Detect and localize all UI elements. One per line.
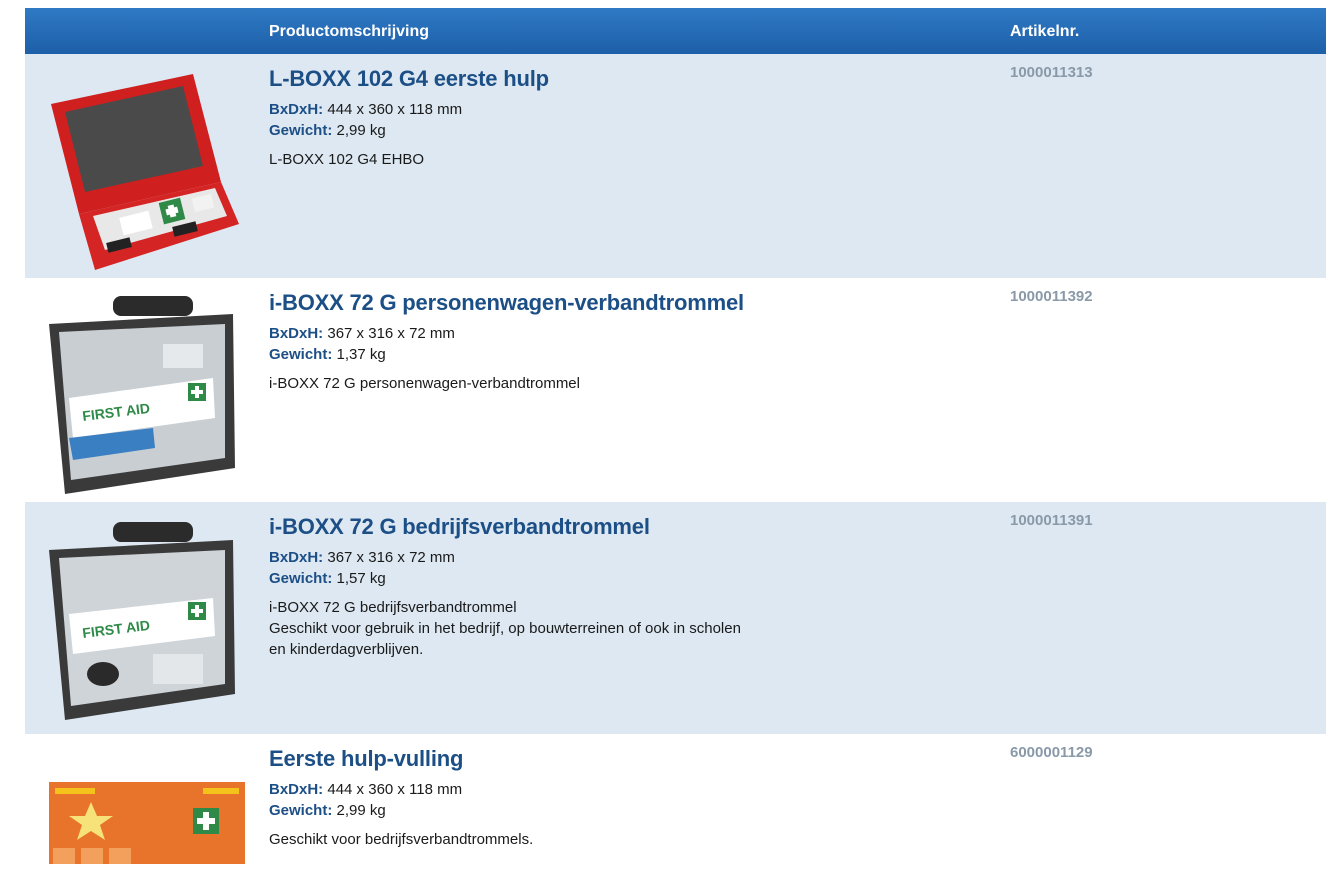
dimensions-label: BxDxH: <box>269 781 324 798</box>
weight-label: Gewicht: <box>269 570 333 587</box>
red-first-aid-case-image <box>51 74 239 270</box>
product-description: L-BOXX 102 G4 EHBO <box>269 149 849 170</box>
table-row: FIRST AID i-BOXX 72 G personenwagen-verb… <box>25 278 1326 502</box>
description-line: i-BOXX 72 G personenwagen-verbandtrommel <box>269 375 580 392</box>
product-specs: BxDxH: 444 x 360 x 118 mm Gewicht: 2,99 … <box>269 779 462 821</box>
description-line: en kinderdagverblijven. <box>269 641 424 658</box>
weight-value: 1,57 kg <box>336 570 386 587</box>
weight-label: Gewicht: <box>269 122 333 139</box>
dimensions-value: 367 x 316 x 72 mm <box>327 549 455 566</box>
description-line: Geschikt voor gebruik in het bedrijf, op… <box>269 620 741 637</box>
orange-refill-pack-image <box>49 782 245 864</box>
grey-first-aid-case-image: FIRST AID <box>49 522 235 720</box>
table-row: FIRST AID i-BOXX 72 G bedrijfsverbandtro… <box>25 502 1326 734</box>
column-header-article-number: Artikelnr. <box>1010 23 1080 40</box>
weight-value: 2,99 kg <box>336 122 386 139</box>
dimensions-label: BxDxH: <box>269 325 324 342</box>
description-line: Geschikt voor bedrijfsverbandtrommels. <box>269 831 534 848</box>
table-header: Productomschrijving Artikelnr. <box>25 8 1326 54</box>
product-table: Productomschrijving Artikelnr. L-BOXX 10… <box>25 8 1326 864</box>
dimensions-value: 367 x 316 x 72 mm <box>327 325 455 342</box>
article-number: 1000011392 <box>1010 288 1093 305</box>
product-specs: BxDxH: 367 x 316 x 72 mm Gewicht: 1,57 k… <box>269 547 455 589</box>
weight-value: 1,37 kg <box>336 346 386 363</box>
article-number: 6000001129 <box>1010 744 1093 761</box>
article-number: 1000011313 <box>1010 64 1093 81</box>
description-line: i-BOXX 72 G bedrijfsverbandtrommel <box>269 599 517 616</box>
dimensions-value: 444 x 360 x 118 mm <box>327 101 463 118</box>
product-title: i-BOXX 72 G bedrijfsverbandtrommel <box>269 514 650 539</box>
weight-value: 2,99 kg <box>336 802 386 819</box>
dimensions-value: 444 x 360 x 118 mm <box>327 781 463 798</box>
product-description: i-BOXX 72 G bedrijfsverbandtrommel Gesch… <box>269 597 849 660</box>
weight-label: Gewicht: <box>269 346 333 363</box>
product-specs: BxDxH: 367 x 316 x 72 mm Gewicht: 1,37 k… <box>269 323 455 365</box>
column-header-description: Productomschrijving <box>269 23 430 40</box>
article-number: 1000011391 <box>1010 512 1093 529</box>
dimensions-label: BxDxH: <box>269 549 324 566</box>
product-title: L-BOXX 102 G4 eerste hulp <box>269 66 549 91</box>
weight-label: Gewicht: <box>269 802 333 819</box>
dimensions-label: BxDxH: <box>269 101 324 118</box>
description-line: L-BOXX 102 G4 EHBO <box>269 151 425 168</box>
product-title: Eerste hulp-vulling <box>269 746 464 771</box>
table-row: L-BOXX 102 G4 eerste hulp BxDxH: 444 x 3… <box>25 54 1326 278</box>
grey-first-aid-case-image: FIRST AID <box>49 296 235 494</box>
product-description: i-BOXX 72 G personenwagen-verbandtrommel <box>269 373 849 394</box>
product-description: Geschikt voor bedrijfsverbandtrommels. <box>269 829 849 850</box>
product-title: i-BOXX 72 G personenwagen-verbandtrommel <box>269 290 744 315</box>
product-specs: BxDxH: 444 x 360 x 118 mm Gewicht: 2,99 … <box>269 99 462 141</box>
table-row: Eerste hulp-vulling BxDxH: 444 x 360 x 1… <box>25 734 1326 864</box>
